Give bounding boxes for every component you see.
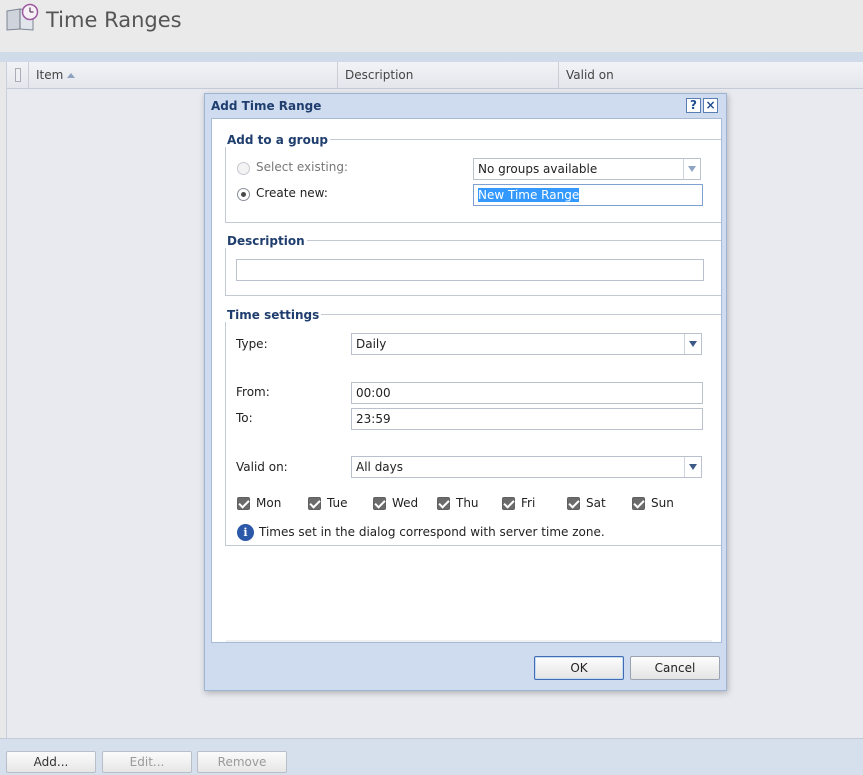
wed-label: Wed <box>392 496 419 510</box>
page-header: Time Ranges <box>0 0 863 52</box>
sat-label: Sat <box>586 496 606 510</box>
create-new-label: Create new: <box>256 186 328 200</box>
time-ranges-book-clock-icon <box>6 3 39 31</box>
select-existing-radio[interactable] <box>237 162 250 175</box>
existing-group-value: No groups available <box>478 162 598 176</box>
new-group-name-value: New Time Range <box>478 188 580 202</box>
thu-checkbox[interactable] <box>437 497 450 510</box>
thu-label: Thu <box>456 496 479 510</box>
mon-label: Mon <box>256 496 282 510</box>
type-label: Type: <box>236 337 268 351</box>
time-settings-legend: Time settings <box>225 308 322 322</box>
select-existing-label: Select existing: <box>256 160 348 174</box>
existing-group-select[interactable]: No groups available <box>473 158 701 180</box>
column-header-item[interactable]: Item <box>29 62 338 89</box>
from-label: From: <box>236 385 270 399</box>
info-icon: i <box>237 524 254 541</box>
chevron-down-icon[interactable] <box>684 457 701 477</box>
sun-checkbox[interactable] <box>632 497 645 510</box>
mon-checkbox[interactable] <box>237 497 250 510</box>
page-title: Time Ranges <box>46 8 182 32</box>
tue-label: Tue <box>327 496 348 510</box>
create-new-radio[interactable] <box>237 188 250 201</box>
timezone-info-text: Times set in the dialog correspond with … <box>259 525 605 539</box>
from-time-input[interactable]: 00:00 <box>351 382 703 404</box>
column-header-valid-on-label: Valid on <box>566 68 614 82</box>
chevron-down-icon[interactable] <box>684 334 701 354</box>
new-group-name-input[interactable]: New Time Range <box>473 184 703 206</box>
chevron-down-icon[interactable] <box>683 159 700 179</box>
edit-button[interactable]: Edit... <box>102 751 192 773</box>
remove-button[interactable]: Remove <box>197 751 287 773</box>
help-icon[interactable]: ? <box>686 98 701 113</box>
column-header-description[interactable]: Description <box>338 62 559 89</box>
scrollbar-thumb[interactable] <box>242 642 695 643</box>
valid-on-value: All days <box>356 460 404 474</box>
grid-header: Item Description Valid on <box>7 62 863 89</box>
column-header-item-label: Item <box>36 68 64 82</box>
to-label: To: <box>236 411 253 425</box>
select-all-column[interactable] <box>7 62 29 89</box>
fri-checkbox[interactable] <box>502 497 515 510</box>
valid-on-select[interactable]: All days <box>351 456 702 478</box>
description-input[interactable] <box>236 259 704 281</box>
dialog-body: Add to a group Select existing: No group… <box>211 118 722 643</box>
type-select[interactable]: Daily <box>351 333 702 355</box>
close-icon[interactable]: × <box>703 98 718 113</box>
select-all-checkbox[interactable] <box>15 68 21 82</box>
ok-button[interactable]: OK <box>534 656 624 680</box>
wed-checkbox[interactable] <box>373 497 386 510</box>
fri-label: Fri <box>521 496 536 510</box>
header-band <box>0 52 863 62</box>
cancel-button[interactable]: Cancel <box>630 656 720 680</box>
tue-checkbox[interactable] <box>308 497 321 510</box>
group-fieldset <box>225 139 721 223</box>
add-time-range-dialog: Add Time Range ? × Add to a group Select… <box>204 93 727 691</box>
type-value: Daily <box>356 337 387 351</box>
sat-checkbox[interactable] <box>567 497 580 510</box>
sort-ascending-icon <box>67 73 76 78</box>
sun-label: Sun <box>651 496 674 510</box>
column-header-valid-on[interactable]: Valid on <box>559 62 863 89</box>
description-legend: Description <box>225 234 307 248</box>
horizontal-scrollbar[interactable] <box>226 640 712 643</box>
add-button[interactable]: Add... <box>6 751 96 773</box>
bottom-toolbar: Add... Edit... Remove <box>0 738 863 775</box>
group-legend: Add to a group <box>225 133 330 147</box>
to-time-input[interactable]: 23:59 <box>351 408 703 430</box>
valid-on-label: Valid on: <box>236 460 288 474</box>
dialog-title: Add Time Range <box>211 99 322 113</box>
column-header-description-label: Description <box>345 68 414 82</box>
